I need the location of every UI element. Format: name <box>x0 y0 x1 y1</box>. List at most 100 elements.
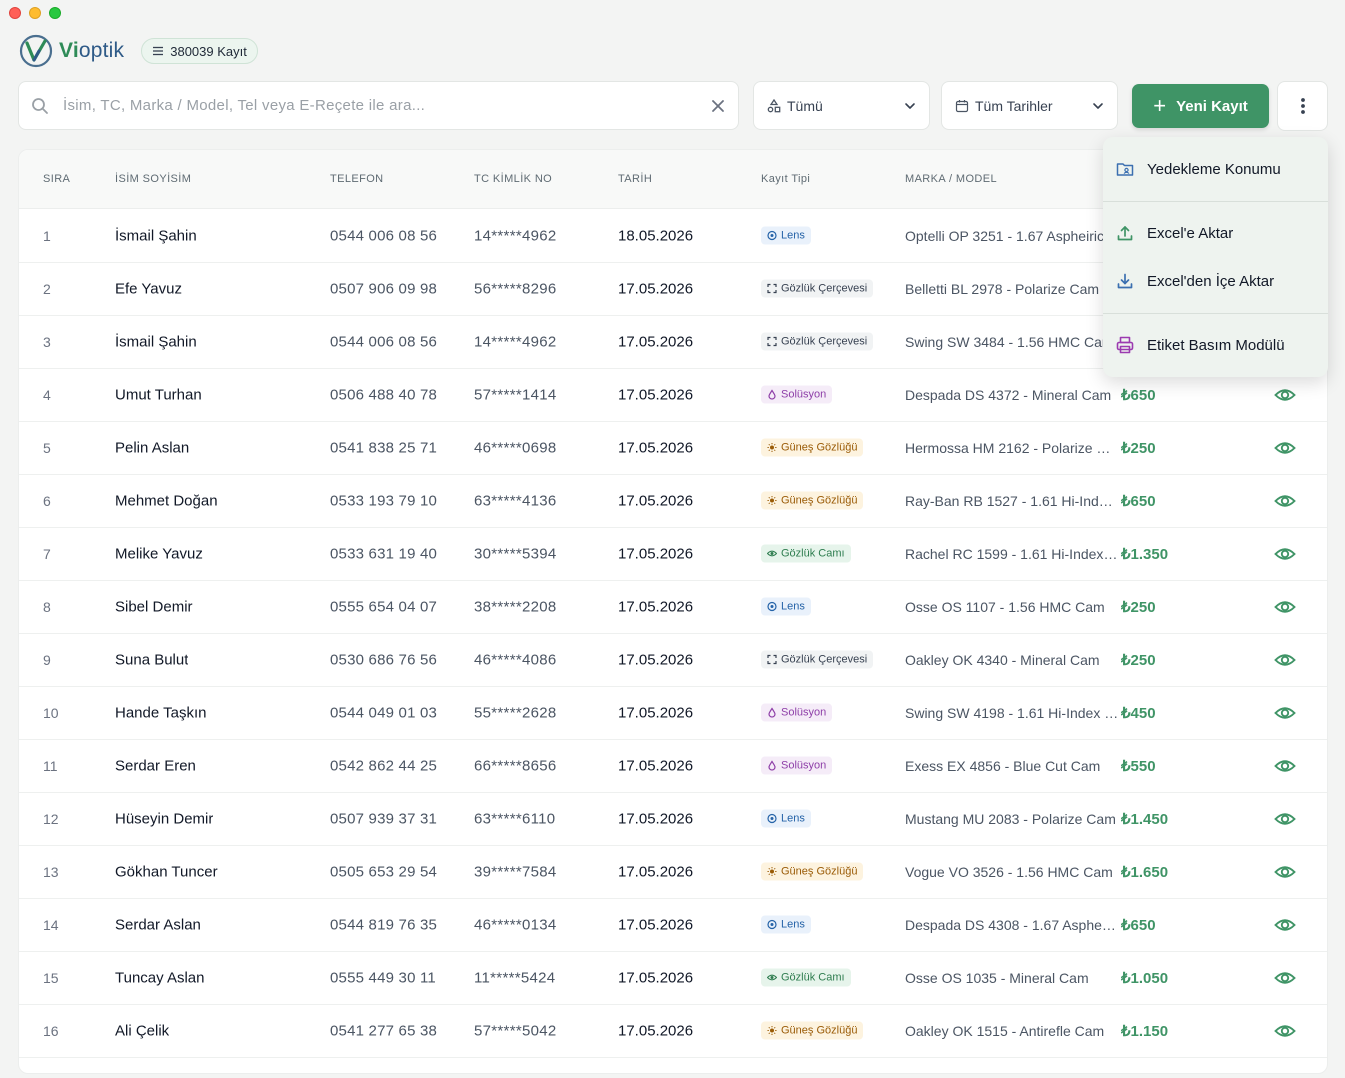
tc-number: 30*****5394 <box>474 545 557 563</box>
record-type-badge: Gözlük Camı <box>761 968 851 987</box>
upload-icon <box>1117 226 1133 241</box>
customer-name: Efe Yavuz <box>115 280 182 298</box>
tc-number: 63*****4136 <box>474 492 557 510</box>
price: ₺550 <box>1121 758 1156 775</box>
customer-name: İsmail Şahin <box>115 227 197 245</box>
zoom-window-button[interactable] <box>49 7 61 19</box>
record-type-filter[interactable]: Tümü <box>753 81 930 130</box>
view-record-icon[interactable] <box>1274 543 1296 565</box>
view-record-icon[interactable] <box>1274 649 1296 671</box>
search-input[interactable] <box>63 97 702 114</box>
column-header-date[interactable]: TARİH <box>618 173 652 185</box>
minimize-window-button[interactable] <box>29 7 41 19</box>
table-row[interactable]: 15 Tuncay Aslan 0555 449 30 11 11*****5424 1… <box>19 952 1327 1005</box>
row-number: 15 <box>43 970 59 986</box>
tc-number: 46*****4086 <box>474 651 557 669</box>
list-icon <box>153 46 164 56</box>
customer-name: Melike Yavuz <box>115 545 203 563</box>
record-type-badge-wrap: Gözlük Çerçevesi <box>761 279 874 299</box>
price: ₺1.650 <box>1121 864 1169 881</box>
record-type-label: Lens <box>781 229 805 242</box>
new-record-button[interactable]: + Yeni Kayıt <box>1132 84 1269 128</box>
customer-name: Serdar Eren <box>115 757 196 775</box>
brand-model: Vogue VO 3526 - 1.56 HMC Cam <box>905 864 1113 880</box>
column-header-name[interactable]: İSİM SOYİSİM <box>115 173 191 185</box>
tc-number: 57*****5042 <box>474 1022 557 1040</box>
brand-model: Exess EX 4856 - Blue Cut Cam <box>905 758 1101 774</box>
date-filter[interactable]: Tüm Tarihler <box>941 81 1118 130</box>
menu-item-import-excel[interactable]: Excel'den İçe Aktar <box>1103 261 1328 301</box>
tc-number: 56*****8296 <box>474 280 557 298</box>
customer-name: Suna Bulut <box>115 651 189 669</box>
view-record-icon[interactable] <box>1274 702 1296 724</box>
price: ₺1.050 <box>1121 970 1169 987</box>
column-header-no[interactable]: SIRA <box>43 173 70 185</box>
row-number: 7 <box>43 546 51 562</box>
sol-icon <box>767 389 777 400</box>
table-row[interactable]: 13 Gökhan Tuncer 0505 653 29 54 39*****7584… <box>19 846 1327 899</box>
view-record-icon[interactable] <box>1274 861 1296 883</box>
column-header-tc[interactable]: TC KİMLİK NO <box>474 173 552 185</box>
record-type-badge: Lens <box>761 915 811 934</box>
view-record-icon[interactable] <box>1274 967 1296 989</box>
table-row[interactable]: 14 Serdar Aslan 0544 819 76 35 46*****0134 1… <box>19 899 1327 952</box>
record-date: 17.05.2026 <box>618 651 694 669</box>
menu-item-export-excel[interactable]: Excel'e Aktar <box>1103 213 1328 253</box>
clear-search-icon[interactable] <box>710 98 726 114</box>
record-type-value: Tümü <box>787 97 823 114</box>
record-type-badge: Gözlük Camı <box>761 544 851 563</box>
column-header-model[interactable]: MARKA / MODEL <box>905 173 997 185</box>
view-record-icon[interactable] <box>1274 384 1296 406</box>
table-row[interactable]: 10 Hande Taşkın 0544 049 01 03 55*****2628 1… <box>19 687 1327 740</box>
app-title: Vioptik <box>59 39 125 62</box>
table-row[interactable]: 7 Melike Yavuz 0533 631 19 40 30*****5394 17… <box>19 528 1327 581</box>
view-record-icon[interactable] <box>1274 596 1296 618</box>
record-type-badge-wrap: Gözlük Camı <box>761 544 851 564</box>
view-record-icon[interactable] <box>1274 755 1296 777</box>
record-date: 17.05.2026 <box>618 545 694 563</box>
table-row[interactable]: 6 Mehmet Doğan 0533 193 79 10 63*****4136 17… <box>19 475 1327 528</box>
price: ₺650 <box>1121 493 1156 510</box>
tc-number: 11*****5424 <box>474 969 556 987</box>
view-record-icon[interactable] <box>1274 437 1296 459</box>
tc-number: 38*****2208 <box>474 598 557 616</box>
column-header-phone[interactable]: TELEFON <box>330 173 384 185</box>
table-row[interactable]: 11 Serdar Eren 0542 862 44 25 66*****8656 17… <box>19 740 1327 793</box>
phone-number: 0544 006 08 56 <box>330 227 438 245</box>
row-number: 16 <box>43 1023 59 1039</box>
row-number: 1 <box>43 228 51 244</box>
record-type-badge-wrap: Solüsyon <box>761 756 833 776</box>
close-window-button[interactable] <box>9 7 21 19</box>
search-icon <box>32 97 48 114</box>
record-date: 17.05.2026 <box>618 386 694 404</box>
price: ₺650 <box>1121 387 1156 404</box>
search-bar <box>18 81 739 130</box>
row-number: 4 <box>43 387 51 403</box>
view-record-icon[interactable] <box>1274 914 1296 936</box>
tc-number: 66*****8656 <box>474 757 557 775</box>
brand-model: Osse OS 1035 - Mineral Cam <box>905 970 1089 986</box>
view-record-icon[interactable] <box>1274 808 1296 830</box>
frame-icon <box>767 283 777 294</box>
more-options-button[interactable] <box>1277 81 1328 131</box>
table-row[interactable]: 5 Pelin Aslan 0541 838 25 71 46*****0698 17.… <box>19 422 1327 475</box>
phone-number: 0544 006 08 56 <box>330 333 438 351</box>
record-type-label: Solüsyon <box>781 388 827 401</box>
record-type-badge-wrap: Solüsyon <box>761 385 833 405</box>
table-row[interactable]: 12 Hüseyin Demir 0507 939 37 31 63*****6110… <box>19 793 1327 846</box>
table-row[interactable]: 9 Suna Bulut 0530 686 76 56 46*****4086 17.0… <box>19 634 1327 687</box>
download-icon <box>1117 273 1133 289</box>
brand-model: Ray-Ban RB 1527 - 1.61 Hi-Index Cam <box>905 493 1119 509</box>
menu-item-label-printing[interactable]: Etiket Basım Modülü <box>1103 325 1328 365</box>
category-icon <box>767 98 781 112</box>
column-header-type[interactable]: Kayıt Tipi <box>761 173 810 185</box>
row-number: 10 <box>43 705 59 721</box>
customer-name: Sibel Demir <box>115 598 193 616</box>
menu-item-backup-location[interactable]: Yedekleme Konumu <box>1103 149 1328 189</box>
record-type-label: Güneş Gözlüğü <box>781 865 858 878</box>
chevron-down-icon <box>905 102 915 109</box>
view-record-icon[interactable] <box>1274 490 1296 512</box>
table-row[interactable]: 16 Ali Çelik 0541 277 65 38 57*****5042 17.0… <box>19 1005 1327 1058</box>
table-row[interactable]: 8 Sibel Demir 0555 654 04 07 38*****2208 17.… <box>19 581 1327 634</box>
view-record-icon[interactable] <box>1274 1020 1296 1042</box>
